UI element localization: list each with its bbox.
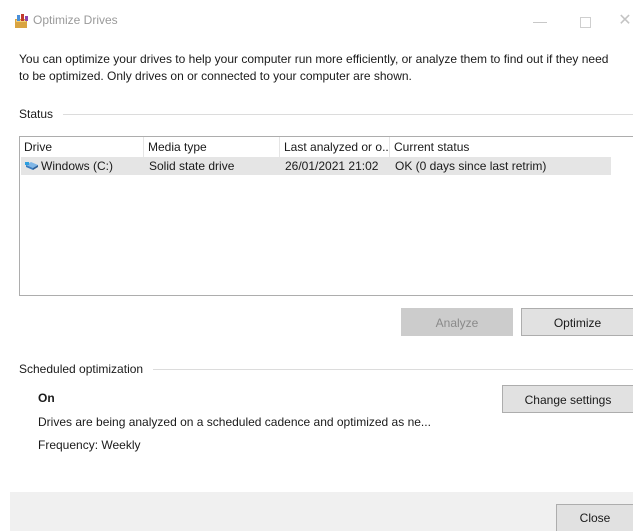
- maximize-icon: [579, 16, 591, 28]
- scheduled-optimization-label: Scheduled optimization: [19, 362, 154, 376]
- dialog-footer: [10, 492, 633, 531]
- last-analyzed-cell: 26/01/2021 21:02: [285, 159, 379, 173]
- minimize-button[interactable]: —: [520, 8, 560, 34]
- schedule-description: Drives are being analyzed on a scheduled…: [38, 415, 431, 429]
- column-header-current-status[interactable]: Current status: [390, 137, 610, 157]
- maximize-button[interactable]: [565, 8, 605, 34]
- drive-cell: Windows (C:): [21, 157, 145, 175]
- window-title: Optimize Drives: [33, 13, 118, 27]
- schedule-frequency: Frequency: Weekly: [38, 438, 141, 452]
- drive-name: Windows (C:): [41, 159, 114, 173]
- column-header-last-analyzed[interactable]: Last analyzed or o...: [280, 137, 390, 157]
- optimize-drives-app-icon: [15, 14, 28, 28]
- close-button[interactable]: Close: [556, 504, 633, 531]
- analyze-button[interactable]: Analyze: [401, 308, 513, 336]
- close-window-button[interactable]: ✕: [605, 8, 633, 34]
- media-type-cell: Solid state drive: [149, 159, 235, 173]
- drive-icon: [25, 162, 38, 170]
- status-divider: [19, 114, 633, 115]
- description-text: You can optimize your drives to help you…: [19, 52, 609, 83]
- drives-table[interactable]: Drive Media type Last analyzed or o... C…: [19, 136, 633, 296]
- table-row[interactable]: Windows (C:) Solid state drive 26/01/202…: [21, 157, 611, 175]
- table-header: Drive Media type Last analyzed or o... C…: [20, 137, 633, 157]
- optimize-button[interactable]: Optimize: [521, 308, 633, 336]
- column-header-media-type[interactable]: Media type: [144, 137, 280, 157]
- schedule-state: On: [38, 391, 55, 405]
- status-label: Status: [19, 107, 64, 121]
- change-settings-button[interactable]: Change settings: [502, 385, 633, 413]
- column-header-drive[interactable]: Drive: [20, 137, 144, 157]
- current-status-cell: OK (0 days since last retrim): [395, 159, 547, 173]
